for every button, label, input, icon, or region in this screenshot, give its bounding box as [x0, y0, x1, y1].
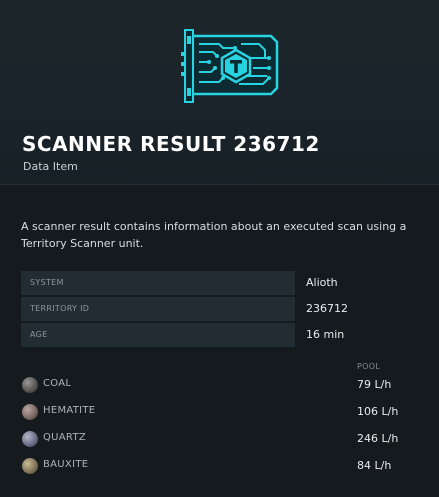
- stat-label: AGE: [21, 323, 295, 347]
- ore-pool-value: 106 L/h: [357, 405, 399, 418]
- coal-ore-icon: [22, 377, 38, 393]
- ore-list: COAL 79 L/h HEMATITE 106 L/h QUARTZ 246 …: [21, 374, 431, 482]
- ore-name: COAL: [43, 378, 72, 389]
- stat-label: SYSTEM: [21, 271, 295, 295]
- stat-label: TERRITORY ID: [21, 297, 295, 321]
- pool-column-header: POOL: [357, 362, 381, 371]
- item-category: Data Item: [23, 160, 78, 173]
- stat-value: 16 min: [306, 328, 345, 341]
- quartz-ore-icon: [22, 431, 38, 447]
- ore-pool-value: 79 L/h: [357, 378, 392, 391]
- ore-row-hematite: HEMATITE 106 L/h: [21, 401, 431, 428]
- ore-pool-value: 246 L/h: [357, 432, 399, 445]
- territory-scanner-result-icon: [181, 29, 279, 103]
- item-title: SCANNER RESULT 236712: [22, 132, 320, 156]
- stat-row-system: SYSTEM Alioth: [21, 271, 421, 295]
- item-description: A scanner result contains information ab…: [21, 220, 407, 250]
- stats-table: SYSTEM Alioth TERRITORY ID 236712 AGE 16…: [21, 271, 421, 349]
- bauxite-ore-icon: [22, 458, 38, 474]
- ore-name: BAUXITE: [43, 459, 89, 470]
- ore-pool-value: 84 L/h: [357, 459, 392, 472]
- stat-value: 236712: [306, 302, 348, 315]
- item-header: SCANNER RESULT 236712 Data Item: [0, 0, 439, 185]
- ore-row-bauxite: BAUXITE 84 L/h: [21, 455, 431, 482]
- stat-row-territory-id: TERRITORY ID 236712: [21, 297, 421, 321]
- hematite-ore-icon: [22, 404, 38, 420]
- ore-name: QUARTZ: [43, 432, 87, 443]
- stat-value: Alioth: [306, 276, 338, 289]
- stat-row-age: AGE 16 min: [21, 323, 421, 347]
- ore-row-quartz: QUARTZ 246 L/h: [21, 428, 431, 455]
- ore-row-coal: COAL 79 L/h: [21, 374, 431, 401]
- ore-name: HEMATITE: [43, 405, 96, 416]
